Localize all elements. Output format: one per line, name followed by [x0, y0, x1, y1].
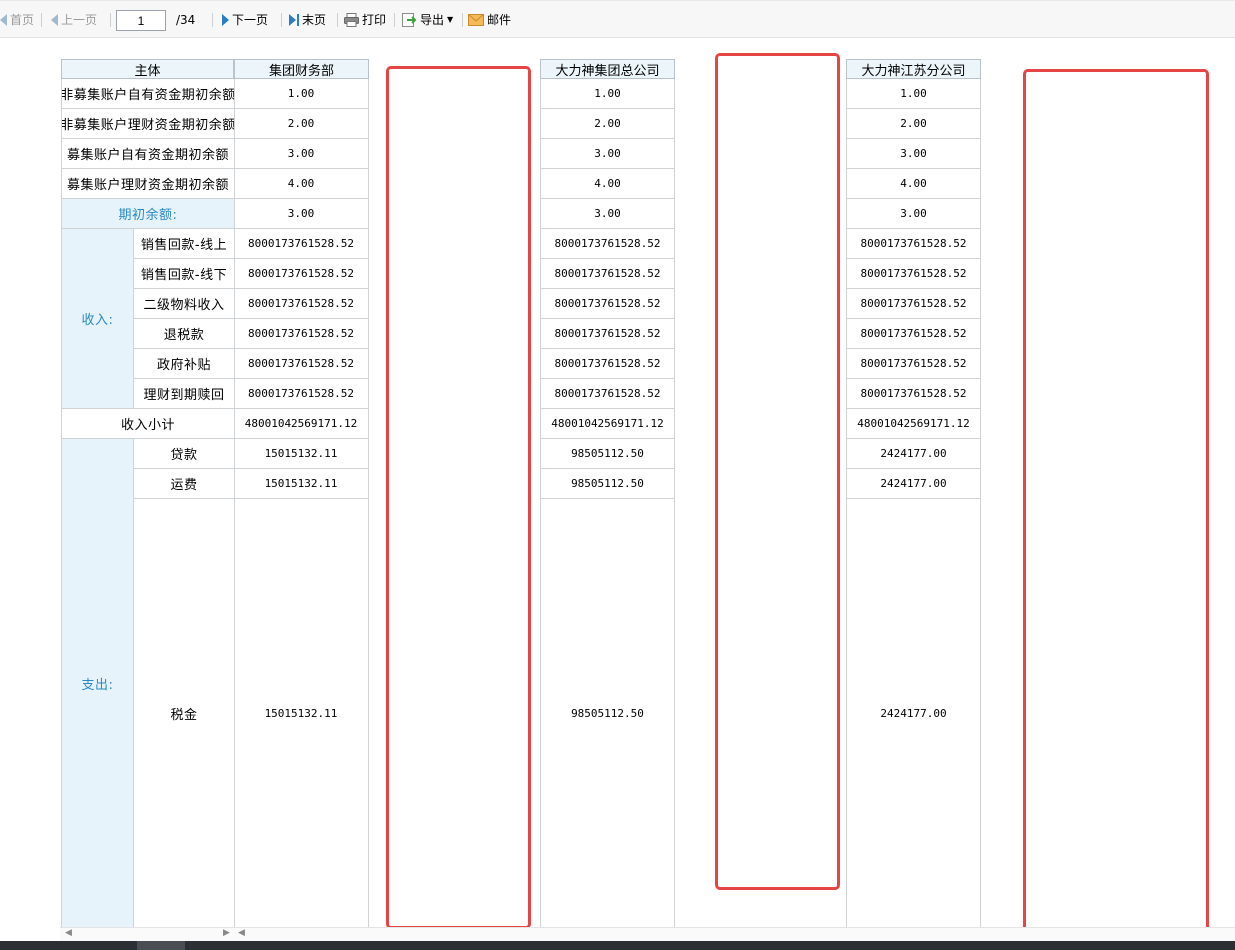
cell-value: 1.00 [540, 79, 675, 109]
expense-group-label: 支出: [61, 439, 134, 927]
cell-value: 8000173761528.52 [846, 379, 981, 409]
income-item-label: 政府补贴 [134, 349, 235, 379]
cell-value: 3.00 [540, 199, 675, 229]
cell-value: 3.00 [846, 199, 981, 229]
cell-value: 98505112.50 [540, 469, 675, 499]
cell-value: 8000173761528.52 [846, 349, 981, 379]
cell-value: 8000173761528.52 [234, 319, 369, 349]
header-col-1: 集团财务部 [234, 59, 369, 79]
cell-value: 8000173761528.52 [540, 259, 675, 289]
opening-balance-label: 期初余额: [61, 199, 235, 229]
income-item-label: 销售回款-线下 [134, 259, 235, 289]
cell-value: 8000173761528.52 [234, 259, 369, 289]
cell-value: 8000173761528.52 [540, 379, 675, 409]
cell-value: 2424177.00 [846, 469, 981, 499]
cell-value: 48001042569171.12 [540, 409, 675, 439]
cell-value: 2.00 [540, 109, 675, 139]
scroll-left-icon[interactable]: ◀ [65, 928, 72, 938]
taskbar [0, 941, 1235, 950]
row-label: 募集账户理财资金期初余额 [61, 169, 235, 199]
cell-value: 8000173761528.52 [234, 349, 369, 379]
cell-value: 15015132.11 [234, 439, 369, 469]
scroll-left-icon[interactable]: ◀ [238, 928, 245, 938]
cell-value: 8000173761528.52 [540, 289, 675, 319]
cell-value: 8000173761528.52 [846, 289, 981, 319]
cell-value: 2424177.00 [846, 439, 981, 469]
cell-value: 15015132.11 [234, 499, 369, 927]
cell-value: 1.00 [846, 79, 981, 109]
cell-value: 3.00 [234, 199, 369, 229]
cell-value: 8000173761528.52 [846, 229, 981, 259]
cell-value: 8000173761528.52 [540, 229, 675, 259]
expense-item-label: 运费 [134, 469, 235, 499]
cell-value: 3.00 [234, 139, 369, 169]
highlight-box [715, 53, 840, 890]
cell-value: 48001042569171.12 [234, 409, 369, 439]
cell-value: 8000173761528.52 [234, 379, 369, 409]
cell-value: 8000173761528.52 [540, 319, 675, 349]
income-subtotal-label: 收入小计 [61, 409, 235, 439]
expense-item-label: 贷款 [134, 439, 235, 469]
horizontal-scrollbar[interactable]: ◀ ▶ ◀ [60, 927, 1235, 941]
cell-value: 3.00 [846, 139, 981, 169]
cell-value: 8000173761528.52 [234, 289, 369, 319]
income-item-label: 理财到期赎回 [134, 379, 235, 409]
header-col-3: 大力神江苏分公司 [846, 59, 981, 79]
income-item-label: 销售回款-线上 [134, 229, 235, 259]
income-item-label: 二级物料收入 [134, 289, 235, 319]
cell-value: 8000173761528.52 [234, 229, 369, 259]
report-area: 主体 集团财务部 大力神集团总公司 大力神江苏分公司 非募集账户自有资金期初余额… [0, 0, 1235, 950]
income-item-label: 退税款 [134, 319, 235, 349]
header-col-2: 大力神集团总公司 [540, 59, 675, 79]
cell-value: 2.00 [846, 109, 981, 139]
highlight-box [386, 66, 531, 929]
cell-value: 48001042569171.12 [846, 409, 981, 439]
cell-value: 98505112.50 [540, 499, 675, 927]
cell-value: 4.00 [540, 169, 675, 199]
row-label: 募集账户自有资金期初余额 [61, 139, 235, 169]
taskbar-item[interactable] [137, 941, 185, 950]
expense-item-label: 税金 [134, 499, 235, 927]
income-group-label: 收入: [61, 229, 134, 409]
cell-value: 8000173761528.52 [846, 259, 981, 289]
cell-value: 98505112.50 [540, 439, 675, 469]
cell-value: 2424177.00 [846, 499, 981, 927]
cell-value: 4.00 [846, 169, 981, 199]
cell-value: 8000173761528.52 [540, 349, 675, 379]
highlight-box [1023, 69, 1209, 938]
cell-value: 4.00 [234, 169, 369, 199]
cell-value: 15015132.11 [234, 469, 369, 499]
cell-value: 3.00 [540, 139, 675, 169]
cell-value: 8000173761528.52 [846, 319, 981, 349]
scroll-right-icon[interactable]: ▶ [223, 928, 230, 938]
header-subject: 主体 [61, 59, 234, 79]
row-label: 非募集账户理财资金期初余额 [61, 109, 235, 139]
row-label: 非募集账户自有资金期初余额 [61, 79, 235, 109]
cell-value: 2.00 [234, 109, 369, 139]
cell-value: 1.00 [234, 79, 369, 109]
